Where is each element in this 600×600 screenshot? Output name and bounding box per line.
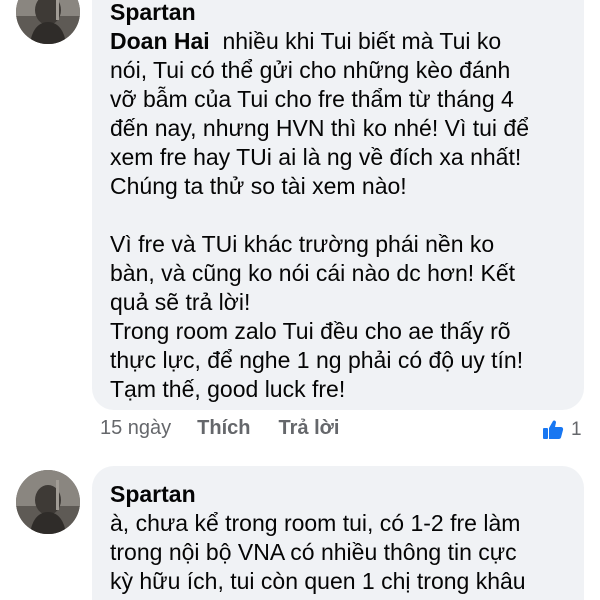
comment-bubble: Spartan à, chưa kể trong room tui, có 1-… [92, 466, 584, 600]
comment-bubble: Spartan Doan Hai nhiều khi Tui biết mà T… [92, 0, 584, 410]
comment-line: thực lực, để nghe 1 ng phải có độ uy tín… [110, 347, 524, 373]
comment-thread: Spartan Doan Hai nhiều khi Tui biết mà T… [0, 0, 600, 600]
comment-line: Vì fre và TUi khác trường phái nền ko [110, 231, 495, 257]
comment-time[interactable]: 15 ngày [100, 417, 171, 440]
comment-author[interactable]: Spartan [110, 480, 568, 509]
avatar[interactable] [16, 0, 80, 44]
comment-line: Doan Hai nhiều khi Tui biết mà Tui ko [110, 27, 568, 56]
comment-line: đến nay, nhưng HVN thì ko nhé! Vì tui để [110, 115, 530, 141]
like-button[interactable]: Thích [197, 417, 250, 440]
comment-line: Chúng ta thử so tài xem nào! [110, 173, 407, 199]
mention-link[interactable]: Doan Hai [110, 28, 210, 54]
like-thumb-icon [540, 417, 566, 443]
comment-line: Trong room zalo Tui đều cho ae thấy rõ [110, 318, 511, 344]
comment-text: nhiều khi Tui biết mà Tui ko [222, 28, 502, 54]
avatar-image [16, 470, 80, 534]
avatar-image [16, 0, 80, 44]
comment-line: Tạm thế, good luck fre! [110, 376, 346, 402]
comment-line: bàn, và cũng ko nói cái nào dc hơn! Kết [110, 260, 516, 286]
comment-line: à, chưa kể trong room tui, có 1-2 fre là… [110, 510, 521, 536]
reaction-summary[interactable]: 1 [540, 417, 582, 443]
comment-actions: 15 ngày Thích Trả lời [100, 414, 367, 442]
reaction-count: 1 [571, 419, 582, 440]
comment-line: xem fre hay TUi ai là ng về đích xa nhất… [110, 144, 522, 170]
comment-line: nói, Tui có thể gửi cho những kèo đánh [110, 57, 511, 83]
comment-line: quả sẽ trả lời! [110, 289, 251, 315]
comment-line: vỡ bẫm của Tui cho fre thẩm từ tháng 4 [110, 86, 514, 112]
comment-line: kỳ hữu ích, tui còn quen 1 chị trong khâ… [110, 568, 526, 594]
avatar[interactable] [16, 470, 80, 534]
comment-blank-line [110, 201, 568, 230]
reply-button[interactable]: Trả lời [279, 417, 340, 440]
comment-line: trong nội bộ VNA có nhiều thông tin cực [110, 539, 517, 565]
comment-author[interactable]: Spartan [110, 0, 568, 27]
